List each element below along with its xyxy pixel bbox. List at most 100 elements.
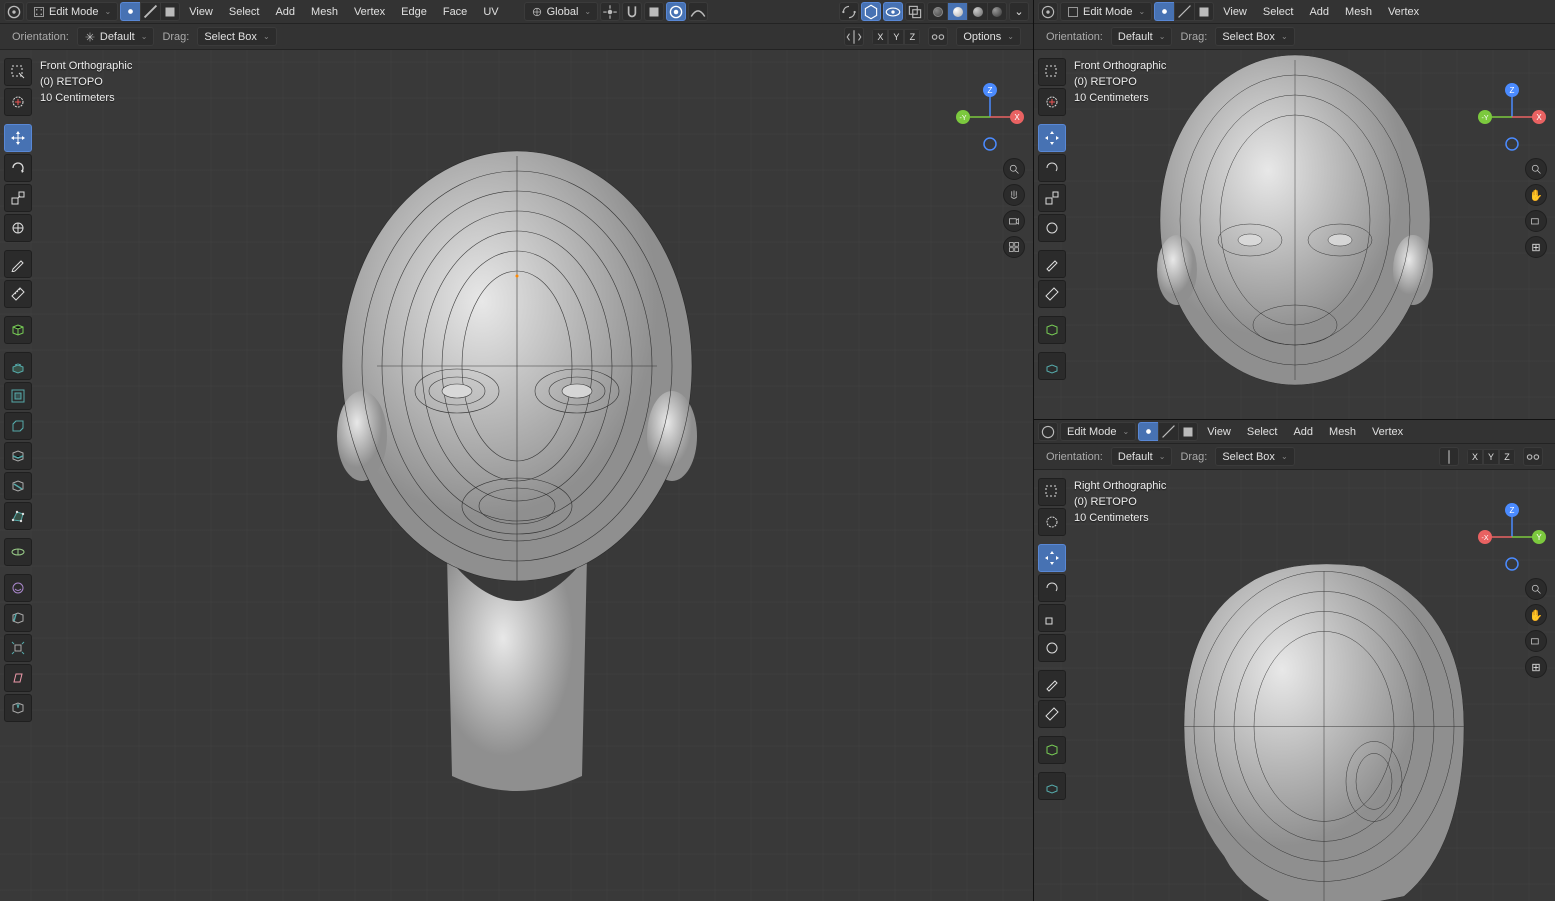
tool-spin[interactable] [4,538,32,566]
menu-view[interactable]: View [182,3,220,21]
tool-edge-slide[interactable] [4,604,32,632]
tool-scale[interactable] [1038,184,1066,212]
tool-transform[interactable] [1038,634,1066,662]
select-mode-vertex[interactable] [1138,422,1158,441]
tool-scale[interactable] [1038,604,1066,632]
menu-face[interactable]: Face [436,3,474,21]
nav-gizmo-main[interactable]: Z X -Y [955,82,1025,152]
tool-add-cube[interactable] [1038,316,1066,344]
mirror-button[interactable] [844,27,864,46]
camera-icon[interactable] [1525,630,1547,652]
menu-select[interactable]: Select [1256,3,1301,21]
automerge-toggle[interactable] [928,27,948,46]
tool-shrink-fatten[interactable] [4,634,32,662]
menu-view[interactable]: View [1216,3,1254,21]
menu-mesh[interactable]: Mesh [1338,3,1379,21]
shading-dropdown[interactable]: ⌄ [1009,2,1029,21]
drag-dropdown[interactable]: Select Box [1215,27,1294,46]
select-mode-face[interactable] [160,2,180,21]
drag-dropdown[interactable]: Select Box [197,27,276,46]
perspective-icon[interactable]: ⊞ [1525,656,1547,678]
shading-solid[interactable] [947,2,967,21]
camera-icon[interactable] [1525,210,1547,232]
pivot-dropdown[interactable] [600,2,620,21]
snap-toggle[interactable] [622,2,642,21]
select-mode-edge[interactable] [1174,2,1194,21]
mirror-z[interactable]: Z [904,29,920,45]
xray-toggle[interactable] [905,2,925,21]
tool-loop-cut[interactable] [4,442,32,470]
editor-type-button[interactable] [1038,422,1058,441]
tool-rotate[interactable] [1038,154,1066,182]
tool-move[interactable] [1038,544,1066,572]
viewport-tr[interactable]: Front Orthographic (0) RETOPO 10 Centime… [1034,50,1555,419]
tool-select-box[interactable] [1038,58,1066,86]
editor-type-button[interactable] [1038,2,1058,21]
menu-uv[interactable]: UV [476,3,505,21]
tool-measure[interactable] [1038,280,1066,308]
mirror-z[interactable]: Z [1499,449,1515,465]
menu-mesh[interactable]: Mesh [1322,423,1363,441]
tool-extrude-region[interactable] [1038,352,1066,380]
overlay-visibility-toggle[interactable] [883,2,903,21]
menu-select[interactable]: Select [1240,423,1285,441]
zoom-icon[interactable] [1525,158,1547,180]
viewport-main[interactable]: Front Orthographic (0) RETOPO 10 Centime… [0,50,1033,901]
mode-dropdown[interactable]: Edit Mode [26,2,118,21]
pan-icon[interactable] [1003,184,1025,206]
viewport-br[interactable]: Right Orthographic (0) RETOPO 10 Centime… [1034,470,1555,901]
nav-gizmo-br[interactable]: Z Y -X [1477,502,1547,572]
menu-add[interactable]: Add [268,3,302,21]
tool-move[interactable] [1038,124,1066,152]
perspective-icon[interactable]: ⊞ [1525,236,1547,258]
transform-orient-dropdown[interactable]: Global [524,2,599,21]
menu-view[interactable]: View [1200,423,1238,441]
orientation-dropdown[interactable]: Default [1111,447,1173,466]
select-mode-edge[interactable] [140,2,160,21]
menu-vertex[interactable]: Vertex [1365,423,1410,441]
tool-measure[interactable] [1038,700,1066,728]
tool-select-box[interactable] [1038,478,1066,506]
tool-cursor[interactable] [4,88,32,116]
mesh-options-button[interactable] [839,2,859,21]
mirror-x[interactable]: X [1467,449,1483,465]
tool-add-cube[interactable] [1038,736,1066,764]
select-mode-face[interactable] [1194,2,1214,21]
tool-annotate[interactable] [4,250,32,278]
tool-scale[interactable] [4,184,32,212]
tool-rotate[interactable] [4,154,32,182]
select-mode-vertex[interactable] [120,2,140,21]
tool-poly-build[interactable] [4,502,32,530]
select-mode-edge[interactable] [1158,422,1178,441]
proportional-falloff-dropdown[interactable] [688,2,708,21]
zoom-icon[interactable] [1003,158,1025,180]
drag-dropdown[interactable]: Select Box [1215,447,1294,466]
orientation-dropdown[interactable]: Default [1111,27,1173,46]
mode-dropdown[interactable]: Edit Mode [1060,2,1152,21]
tool-annotate[interactable] [1038,670,1066,698]
tool-transform[interactable] [4,214,32,242]
tool-extrude-region[interactable] [4,352,32,380]
tool-shear[interactable] [4,664,32,692]
overlay-gizmo-toggle[interactable] [861,2,881,21]
zoom-icon[interactable] [1525,578,1547,600]
menu-add[interactable]: Add [1286,423,1320,441]
pan-icon[interactable]: ✋ [1525,604,1547,626]
proportional-edit-toggle[interactable] [666,2,686,21]
options-dropdown[interactable]: Options [956,27,1021,46]
menu-add[interactable]: Add [1302,3,1336,21]
tool-smooth[interactable] [4,574,32,602]
tool-rotate[interactable] [1038,574,1066,602]
tool-add-cube[interactable] [4,316,32,344]
select-mode-face[interactable] [1178,422,1198,441]
mirror-y[interactable]: Y [1483,449,1499,465]
snap-dropdown[interactable] [644,2,664,21]
tool-cursor[interactable] [1038,508,1066,536]
tool-inset-faces[interactable] [4,382,32,410]
editor-type-button[interactable] [4,2,24,21]
orientation-dropdown[interactable]: Default [77,27,155,46]
tool-rip-region[interactable] [4,694,32,722]
tool-annotate[interactable] [1038,250,1066,278]
shading-material[interactable] [967,2,987,21]
mirror-button[interactable] [1439,447,1459,466]
